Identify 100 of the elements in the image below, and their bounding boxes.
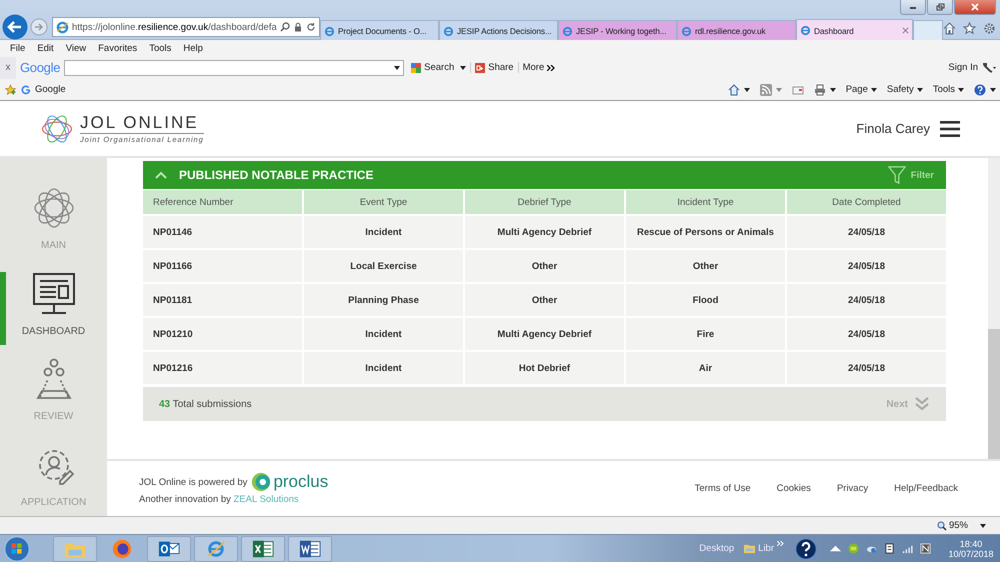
home-icon[interactable]	[728, 84, 740, 96]
address-field[interactable]: https://jolonline.resilience.gov.uk/dashboard/defa	[52, 17, 320, 37]
signal-icon[interactable]	[902, 543, 913, 554]
page-icon	[562, 26, 573, 36]
table-cell: Other	[465, 284, 624, 316]
search-button[interactable]: Search	[407, 62, 470, 73]
feed-icon[interactable]	[760, 84, 772, 96]
column-header[interactable]: Debrief Type	[465, 190, 624, 214]
caret-icon[interactable]	[460, 66, 466, 70]
scrollbar[interactable]	[988, 158, 1000, 459]
restore-icon[interactable]	[935, 3, 945, 11]
google-g-icon	[21, 84, 31, 94]
table-cell: 24/05/18	[787, 250, 946, 282]
menu-item[interactable]: Help	[177, 42, 209, 54]
refresh-icon[interactable]	[306, 22, 316, 32]
command-menu[interactable]: Safety	[886, 84, 923, 95]
browser-tab[interactable]: JESIP - Working togeth...	[558, 20, 677, 41]
column-header[interactable]: Incident Type	[626, 190, 785, 214]
table-cell: 24/05/18	[787, 216, 946, 248]
table-cell: 24/05/18	[787, 284, 946, 316]
settings-icon[interactable]	[983, 22, 996, 34]
show-hidden-icons-icon[interactable]	[830, 543, 841, 554]
share-button[interactable]: Share	[470, 62, 518, 73]
help-icon[interactable]	[974, 84, 986, 96]
browser-tab[interactable]: JESIP Actions Decisions...	[439, 20, 558, 41]
menu-item[interactable]: Favorites	[92, 42, 144, 54]
table-cell: NP01166	[143, 250, 302, 282]
page-icon	[800, 25, 811, 36]
back-button[interactable]	[2, 14, 28, 40]
close-toolbar-button[interactable]: x	[0, 56, 16, 78]
search-icon[interactable]	[280, 22, 290, 32]
chevron-icon[interactable]	[155, 171, 167, 179]
column-header[interactable]: Date Completed	[787, 190, 946, 214]
user-name[interactable]: Finola Carey	[856, 121, 930, 136]
favorite-link[interactable]: Google	[21, 84, 66, 95]
column-header[interactable]: Event Type	[304, 190, 463, 214]
folder-icon	[743, 543, 756, 554]
page-icon	[681, 26, 692, 36]
command-menu[interactable]: Tools	[932, 84, 964, 95]
firefox-icon[interactable]	[111, 538, 133, 558]
caret-icon[interactable]	[830, 88, 836, 92]
search-field[interactable]	[64, 60, 404, 76]
close-tab-icon[interactable]	[902, 27, 909, 34]
minimize-button[interactable]	[900, 0, 926, 15]
table-cell: Multi Agency Debrief	[465, 216, 624, 248]
column-header[interactable]: Reference Number	[143, 190, 302, 214]
sign-in-button[interactable]: Sign In	[944, 62, 982, 73]
table-cell: Rescue of Persons or Animals	[626, 216, 785, 248]
taskbar-button[interactable]	[288, 536, 332, 562]
menu-icon[interactable]	[940, 120, 960, 136]
zoom-level[interactable]: 95%	[936, 520, 968, 531]
caret-icon[interactable]	[958, 88, 964, 92]
zoom-dropdown-icon[interactable]	[980, 524, 986, 528]
panel-header[interactable]: PUBLISHED NOTABLE PRACTICE Filter	[143, 161, 946, 189]
page-icon	[324, 26, 335, 36]
table-cell: Flood	[626, 284, 785, 316]
caret-icon[interactable]	[870, 88, 877, 92]
browser-tab[interactable]: Dashboard	[796, 19, 913, 41]
double-chevron-icon	[547, 64, 556, 70]
google-logo: Google	[20, 60, 60, 75]
wrench-icon[interactable]	[982, 62, 996, 72]
browser-tab[interactable]: Project Documents - O...	[320, 20, 439, 41]
star-icon[interactable]	[963, 22, 976, 34]
footer-link[interactable]: Privacy	[836, 483, 868, 494]
command-menu[interactable]: Page	[846, 84, 877, 95]
table-cell: Hot Debrief	[465, 352, 624, 384]
clipboard-icon[interactable]	[884, 543, 895, 554]
table-cell: Local Exercise	[304, 250, 463, 282]
mail-icon[interactable]	[792, 84, 804, 96]
table-cell: NP01146	[143, 216, 302, 248]
help-icon[interactable]	[795, 538, 817, 560]
footer-link[interactable]: Terms of Use	[694, 483, 751, 494]
taskbar-button[interactable]	[241, 536, 285, 562]
caret-icon[interactable]	[744, 88, 750, 92]
start-button[interactable]	[4, 536, 30, 562]
more-button[interactable]: More	[518, 62, 560, 73]
menu-item[interactable]: Edit	[31, 42, 60, 54]
home-icon[interactable]	[943, 22, 956, 34]
close-icon[interactable]	[970, 3, 980, 11]
menu-item[interactable]: Tools	[143, 42, 178, 54]
logo-title: JOL ONLINE	[80, 113, 204, 134]
menu-item[interactable]: File	[4, 42, 32, 54]
sidebar-item[interactable]: DASHBOARD	[0, 272, 101, 345]
printer-icon[interactable]	[814, 84, 826, 96]
table-cell: NP01181	[143, 284, 302, 316]
taskbar-button[interactable]	[147, 536, 191, 562]
caret-icon[interactable]	[916, 88, 923, 92]
app-tray-icon[interactable]	[920, 543, 931, 554]
restore-button[interactable]	[927, 0, 953, 15]
footer-link[interactable]: Help/Feedback	[894, 483, 958, 494]
caret-icon[interactable]	[394, 66, 400, 70]
close-button[interactable]	[954, 0, 996, 15]
favorites-star-icon[interactable]	[4, 84, 17, 96]
menu-item[interactable]: View	[60, 42, 92, 54]
table-cell: NP01216	[143, 352, 302, 384]
caret-icon[interactable]	[990, 88, 996, 92]
clock[interactable]: 18:40 10/07/2018	[946, 538, 996, 558]
browser-tab[interactable]: rdl.resilience.gov.uk	[677, 20, 796, 41]
powered-by-text: JOL Online is powered by	[139, 476, 248, 488]
footer-link[interactable]: Cookies	[776, 483, 811, 494]
